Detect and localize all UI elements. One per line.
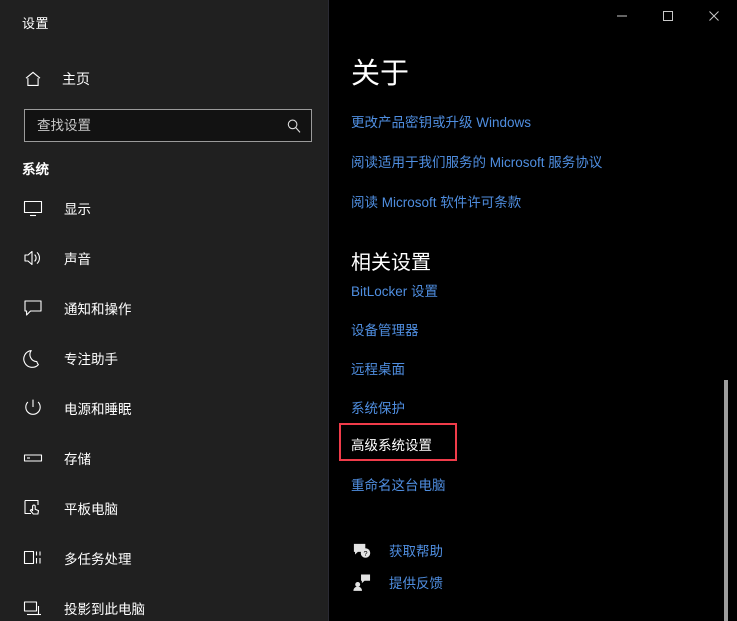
- scrollbar-thumb[interactable]: [724, 380, 728, 621]
- sidebar-item-label: 电源和睡眠: [64, 402, 132, 417]
- sidebar-item-home[interactable]: 主页: [22, 66, 90, 92]
- sidebar-nav-list: 显示声音通知和操作专注助手电源和睡眠存储平板电脑多任务处理投影到此电脑: [0, 183, 328, 621]
- sidebar-item-2[interactable]: 声音: [0, 233, 328, 283]
- settings-window: 设置 主页 系统 显示声音通知和操作专注助手电源和睡眠存储平板电脑多任务处理投影…: [0, 0, 737, 621]
- related-link-4[interactable]: 系统保护: [351, 397, 405, 417]
- about-link-2[interactable]: 阅读适用于我们服务的 Microsoft 服务协议: [351, 151, 602, 171]
- sidebar-item-label: 多任务处理: [64, 552, 132, 567]
- svg-text:?: ?: [363, 548, 367, 557]
- about-link-3[interactable]: 阅读 Microsoft 软件许可条款: [351, 191, 521, 211]
- speaker-icon: [22, 247, 44, 269]
- sidebar-item-6[interactable]: 存储: [0, 433, 328, 483]
- related-settings-heading: 相关设置: [351, 252, 431, 274]
- support-link-2[interactable]: 提供反馈: [351, 572, 443, 592]
- search-button[interactable]: [277, 110, 311, 141]
- sidebar-item-9[interactable]: 投影到此电脑: [0, 583, 328, 621]
- sidebar-item-label: 声音: [64, 252, 91, 267]
- related-link-2[interactable]: 设备管理器: [351, 319, 419, 339]
- sidebar-item-7[interactable]: 平板电脑: [0, 483, 328, 533]
- support-link-label: 提供反馈: [389, 576, 443, 591]
- multitask-icon: [22, 547, 44, 569]
- sidebar-item-label: 通知和操作: [64, 302, 132, 317]
- sidebar-item-4[interactable]: 专注助手: [0, 333, 328, 383]
- about-link-1[interactable]: 更改产品密钥或升级 Windows: [351, 111, 531, 131]
- sidebar-home-label: 主页: [62, 71, 90, 87]
- related-link-6[interactable]: 重命名这台电脑: [351, 474, 446, 494]
- app-title: 设置: [22, 16, 50, 31]
- search-box[interactable]: [24, 109, 312, 142]
- vertical-scrollbar[interactable]: [724, 0, 728, 621]
- related-link-5[interactable]: 高级系统设置: [351, 434, 432, 454]
- tablet-hand-icon: [22, 497, 44, 519]
- support-link-label: 获取帮助: [389, 544, 443, 559]
- sidebar: 设置 主页 系统 显示声音通知和操作专注助手电源和睡眠存储平板电脑多任务处理投影…: [0, 0, 329, 621]
- sidebar-item-8[interactable]: 多任务处理: [0, 533, 328, 583]
- support-link-1[interactable]: ? 获取帮助: [351, 540, 443, 560]
- search-input[interactable]: [25, 110, 277, 141]
- sidebar-item-label: 存储: [64, 452, 91, 467]
- main-content: 关于 更改产品密钥或升级 Windows 阅读适用于我们服务的 Microsoft…: [329, 0, 737, 621]
- related-link-3[interactable]: 远程桌面: [351, 358, 405, 378]
- minimize-button[interactable]: [599, 0, 645, 32]
- sidebar-item-1[interactable]: 显示: [0, 183, 328, 233]
- power-icon: [22, 397, 44, 419]
- sidebar-item-5[interactable]: 电源和睡眠: [0, 383, 328, 433]
- help-question-icon: ?: [351, 540, 371, 560]
- monitor-icon: [22, 197, 44, 219]
- close-button[interactable]: [691, 0, 737, 32]
- sidebar-item-label: 专注助手: [64, 352, 118, 367]
- moon-icon: [22, 347, 44, 369]
- related-link-1[interactable]: BitLocker 设置: [351, 280, 438, 300]
- home-icon: [22, 68, 44, 90]
- project-screen-icon: [22, 597, 44, 619]
- sidebar-section-title: 系统: [22, 162, 49, 177]
- drive-icon: [22, 447, 44, 469]
- sidebar-item-label: 平板电脑: [64, 502, 118, 517]
- window-controls: [599, 0, 737, 32]
- maximize-button[interactable]: [645, 0, 691, 32]
- speech-bubble-icon: [22, 297, 44, 319]
- sidebar-item-3[interactable]: 通知和操作: [0, 283, 328, 333]
- sidebar-item-label: 显示: [64, 202, 91, 217]
- feedback-person-icon: [351, 572, 371, 592]
- page-title: 关于: [351, 58, 410, 90]
- sidebar-item-label: 投影到此电脑: [64, 602, 145, 617]
